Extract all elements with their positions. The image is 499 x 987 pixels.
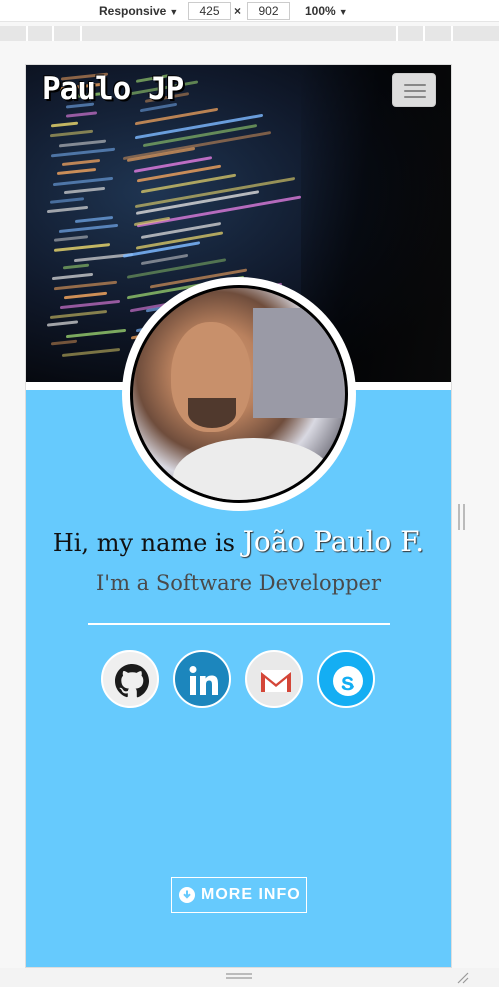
device-mode-label: Responsive xyxy=(99,4,167,18)
linkedin-link[interactable] xyxy=(173,650,231,708)
linkedin-icon xyxy=(189,666,218,695)
skype-icon xyxy=(333,666,363,696)
viewport-width-input[interactable]: 425 xyxy=(188,2,231,20)
arrow-circle-down-icon xyxy=(179,887,195,903)
viewport-height-input[interactable]: 902 xyxy=(247,2,290,20)
more-info-button[interactable]: MORE INFO xyxy=(171,877,307,913)
resize-corner-icon[interactable] xyxy=(455,970,469,984)
gmail-icon xyxy=(261,670,291,692)
profile-name: João Paulo F. xyxy=(242,525,425,558)
brand-logo[interactable]: Paulo JP xyxy=(42,71,184,107)
times-symbol: × xyxy=(234,4,242,18)
avatar xyxy=(130,285,348,503)
gmail-link[interactable] xyxy=(245,650,303,708)
resize-handle-bottom[interactable] xyxy=(226,973,252,979)
zoom-dropdown[interactable]: 100% ▼ xyxy=(305,4,348,18)
greeting-prefix: Hi, my name is xyxy=(52,529,243,557)
devtools-toolbar: Responsive ▼ 425 × 902 100% ▼ xyxy=(0,0,499,22)
more-info-label: MORE INFO xyxy=(201,886,301,903)
resize-handle-right[interactable] xyxy=(458,504,465,530)
greeting-heading: Hi, my name is João Paulo F. xyxy=(26,525,451,558)
divider xyxy=(88,623,390,625)
caret-down-icon: ▼ xyxy=(338,7,348,17)
hamburger-icon xyxy=(404,84,426,86)
caret-down-icon: ▼ xyxy=(169,7,179,17)
social-links xyxy=(101,650,377,710)
media-query-ruler xyxy=(0,26,499,41)
nav-toggle-button[interactable] xyxy=(392,73,436,107)
github-icon xyxy=(115,664,149,698)
profile-role: I'm a Software Developper xyxy=(96,571,381,595)
device-mode-dropdown[interactable]: Responsive ▼ xyxy=(99,4,178,18)
zoom-label: 100% xyxy=(305,4,336,18)
github-link[interactable] xyxy=(101,650,159,708)
page-viewport: Paulo JP Hi, my name is João Paulo F. I'… xyxy=(26,65,451,967)
skype-link[interactable] xyxy=(317,650,375,708)
